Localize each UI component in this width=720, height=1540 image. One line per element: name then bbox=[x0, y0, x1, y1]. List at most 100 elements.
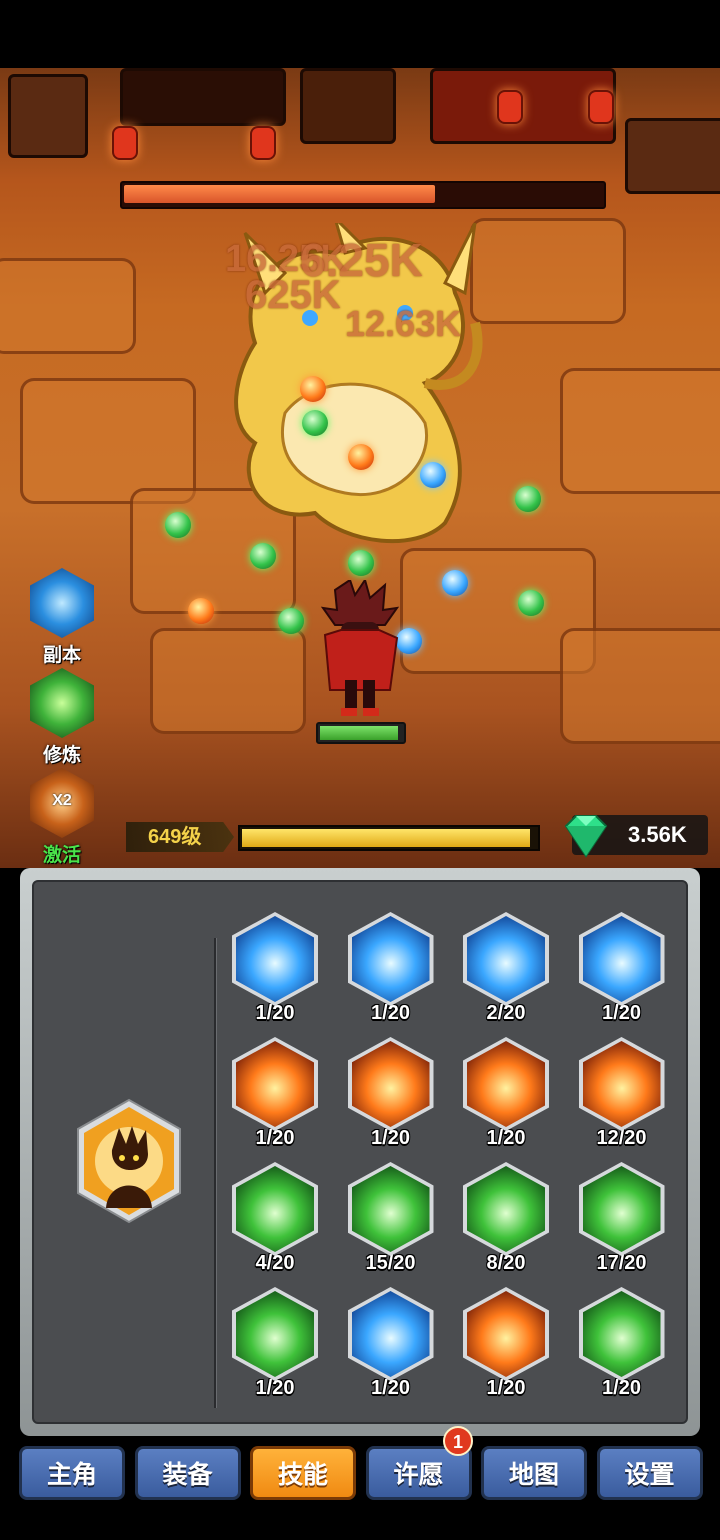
fireball-projectile bbox=[348, 444, 374, 470]
damage-number: 12.63K bbox=[345, 303, 462, 344]
gem-count: 3.56K bbox=[628, 822, 687, 847]
fire-wall-icon bbox=[232, 1037, 318, 1131]
skill-slot[interactable]: 15/20 bbox=[345, 1162, 437, 1282]
skill-art bbox=[236, 1166, 314, 1252]
mask-stall-decor bbox=[120, 68, 286, 126]
lantern-icon bbox=[112, 126, 138, 160]
skill-art bbox=[351, 916, 430, 1002]
thorns-icon bbox=[578, 1287, 665, 1381]
leaf-projectile bbox=[165, 512, 191, 538]
bottom-system-bar bbox=[0, 1510, 720, 1540]
tab-4[interactable]: 地图 bbox=[481, 1446, 587, 1500]
skill-art bbox=[467, 1041, 545, 1127]
skill-art bbox=[351, 1041, 430, 1127]
lantern-icon bbox=[250, 126, 276, 160]
ice-projectile bbox=[420, 462, 446, 488]
lightning-icon bbox=[347, 1162, 434, 1256]
skill-art bbox=[582, 916, 661, 1002]
dungeon-label: 副本 bbox=[42, 645, 81, 666]
skill-art bbox=[467, 1166, 545, 1252]
gem-icon bbox=[564, 815, 608, 858]
skill-slot[interactable]: 1/20 bbox=[345, 912, 437, 1032]
wish-notification-badge: 1 bbox=[443, 1426, 473, 1456]
skill-slot[interactable]: 1/20 bbox=[229, 912, 321, 1032]
hero-health-fill bbox=[320, 726, 398, 740]
skill-slot[interactable]: 17/20 bbox=[576, 1162, 668, 1282]
skill-art bbox=[236, 916, 314, 1002]
spiral-icon bbox=[347, 1287, 434, 1381]
player-level: 649级 bbox=[126, 822, 234, 852]
skill-art bbox=[582, 1166, 661, 1252]
xp-fill bbox=[242, 829, 531, 847]
leaf-projectile bbox=[518, 590, 544, 616]
fire-wave-icon bbox=[463, 1037, 549, 1131]
ice-spikes-icon bbox=[578, 912, 665, 1006]
leaf-cut-icon bbox=[232, 1162, 318, 1256]
heal-heart-icon bbox=[232, 1287, 318, 1381]
skill-slot[interactable]: 2/20 bbox=[460, 912, 552, 1032]
skill-art bbox=[351, 1291, 430, 1377]
tab-5[interactable]: 设置 bbox=[596, 1446, 703, 1500]
lantern-icon bbox=[588, 90, 614, 124]
floor-stone bbox=[560, 368, 720, 494]
boss-health-bar bbox=[120, 181, 606, 209]
leaf-projectile bbox=[278, 608, 304, 634]
top-status-bar bbox=[0, 0, 720, 68]
fireball-projectile bbox=[188, 598, 214, 624]
skill-art bbox=[582, 1291, 661, 1377]
fireball-projectile bbox=[300, 376, 326, 402]
floor-stone bbox=[150, 628, 306, 734]
hero-health-bar bbox=[316, 722, 406, 744]
floor-stone bbox=[20, 378, 196, 504]
leaf-projectile bbox=[250, 543, 276, 569]
cultivation-button[interactable]: 修炼 bbox=[28, 668, 96, 767]
skill-art bbox=[467, 1291, 545, 1377]
skill-art bbox=[351, 1166, 430, 1252]
lantern-icon bbox=[497, 90, 523, 124]
skill-art bbox=[582, 1041, 661, 1127]
skill-slot[interactable]: 1/20 bbox=[229, 1287, 321, 1407]
tornado-icon bbox=[347, 912, 434, 1006]
ice-burst-icon bbox=[232, 912, 318, 1006]
skill-slot[interactable]: 1/20 bbox=[460, 1037, 552, 1157]
panel-divider bbox=[214, 938, 216, 1408]
wave-icon bbox=[463, 912, 549, 1006]
battle-scene: 16.25K 6.25K 625K 12.63K bbox=[0, 68, 720, 868]
skill-slot[interactable]: 1/20 bbox=[345, 1287, 437, 1407]
vortex-icon bbox=[30, 568, 94, 638]
floor-stone bbox=[0, 258, 136, 354]
skill-slot[interactable]: 1/20 bbox=[576, 1287, 668, 1407]
skill-slot[interactable]: 4/20 bbox=[229, 1162, 321, 1282]
cabinet-decor bbox=[8, 74, 88, 158]
hero-portrait-icon[interactable] bbox=[74, 1098, 184, 1224]
skill-slot[interactable]: 1/20 bbox=[460, 1287, 552, 1407]
damage-number: 625K bbox=[245, 273, 341, 317]
hay-decor bbox=[625, 118, 720, 194]
fire-ring-icon bbox=[578, 1037, 665, 1131]
skill-slot[interactable]: 1/20 bbox=[229, 1037, 321, 1157]
skill-slot[interactable]: 1/20 bbox=[576, 912, 668, 1032]
floor-stone bbox=[470, 218, 626, 324]
leaf-projectile bbox=[302, 410, 328, 436]
dungeon-button[interactable]: 副本 bbox=[28, 568, 96, 667]
bottom-tab-bar: 主角 装备 技能 许愿 地图 设置 bbox=[0, 1440, 720, 1510]
tab-2[interactable]: 技能 bbox=[250, 1446, 356, 1500]
cultivation-icon bbox=[30, 668, 94, 738]
skills-panel-inner: 1/20 1/20 2/20 1/20 1/20 1/20 1/20 12/20 4/20 15/… bbox=[32, 880, 688, 1424]
hero-character bbox=[320, 580, 400, 716]
skill-slot[interactable]: 8/20 bbox=[460, 1162, 552, 1282]
inferno-icon bbox=[463, 1287, 549, 1381]
cultivation-label: 修炼 bbox=[42, 745, 81, 766]
skill-art bbox=[236, 1291, 314, 1377]
tab-1[interactable]: 装备 bbox=[134, 1446, 241, 1500]
stairs-decor bbox=[300, 68, 396, 144]
skill-slot[interactable]: 12/20 bbox=[576, 1037, 668, 1157]
spirit-icon bbox=[578, 1162, 665, 1256]
player-status-row: 649级 3.56K bbox=[0, 815, 720, 861]
skill-slot[interactable]: 1/20 bbox=[345, 1037, 437, 1157]
skill-art bbox=[467, 916, 545, 1002]
leaf-projectile bbox=[515, 486, 541, 512]
floor-stone bbox=[560, 628, 720, 744]
tab-0[interactable]: 主角 bbox=[19, 1446, 125, 1500]
boss-health-fill bbox=[124, 185, 435, 203]
